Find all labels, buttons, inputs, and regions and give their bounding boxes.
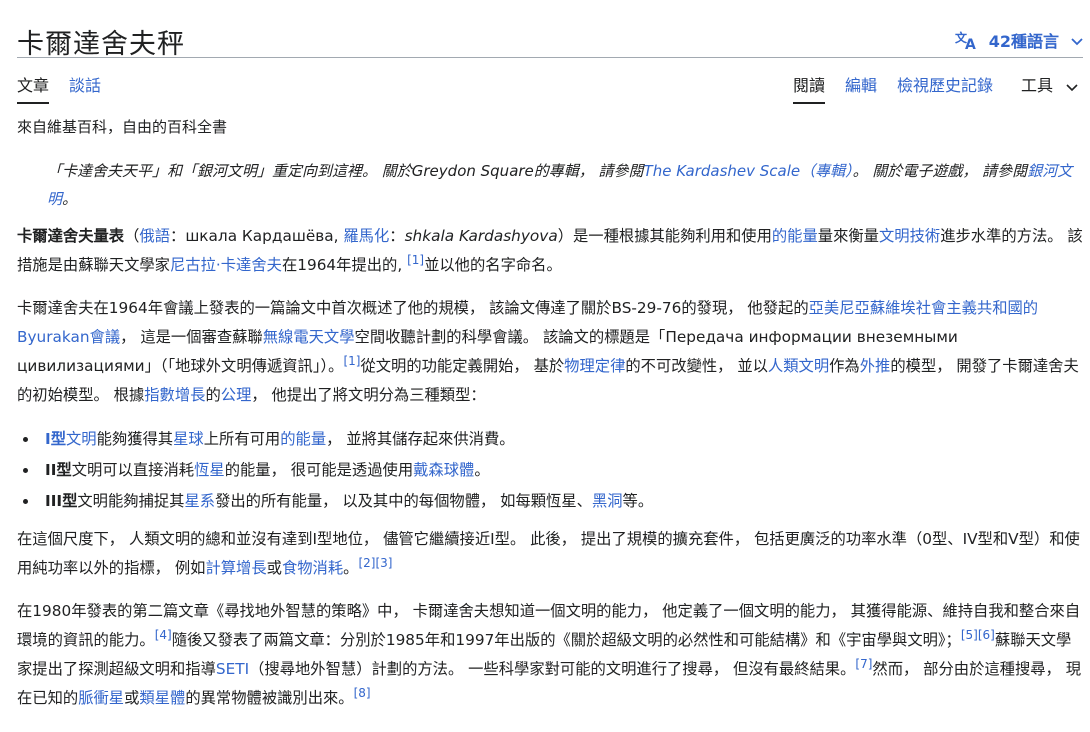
ref-8[interactable]: [8] — [354, 686, 371, 700]
text: 的 — [205, 386, 221, 404]
text: 。 — [343, 559, 359, 577]
link-seti[interactable]: SETI — [216, 660, 249, 678]
link-computational-growth[interactable]: 計算增長 — [205, 559, 266, 577]
bold-term: II型 — [45, 461, 72, 479]
link-kardashev[interactable]: 尼古拉·卡達舍夫 — [170, 256, 282, 274]
link-physical-laws[interactable]: 物理定律 — [564, 357, 625, 375]
link-food-consumption[interactable]: 食物消耗 — [282, 559, 343, 577]
hatnote-text: 。 — [62, 190, 78, 208]
link-energy[interactable]: 的能量 — [280, 430, 326, 448]
site-subtitle: 來自維基百科，自由的百科全書 — [17, 118, 228, 136]
link-type-1[interactable]: I型 — [45, 430, 66, 448]
text: 的異常物體被識別出來。 — [185, 689, 354, 707]
link-radio-astronomy[interactable]: 無線電天文學 — [263, 328, 355, 346]
text: 在這個尺度下， 人類文明的總和並沒有達到I型地位， 儘管它繼續接近I型。 此後，… — [17, 530, 1080, 577]
text: 的不可改變性， 並以 — [625, 357, 768, 375]
tools-label: 工具 — [1021, 76, 1054, 95]
paragraph-intro: 卡爾達舍夫量表（俄語：шкала Кардашёва, 羅馬化：shkala K… — [17, 222, 1083, 280]
text: （ — [124, 227, 140, 245]
text: 在1964年提出的, — [281, 256, 408, 274]
text: 從文明的功能定義開始， 基於 — [360, 357, 565, 375]
link-black-hole[interactable]: 黑洞 — [592, 492, 623, 510]
type-list: I型文明能夠獲得其星球上所有可用的能量， 並將其儲存起來供消費。 II型文明可以… — [17, 424, 1083, 517]
text: 或 — [124, 689, 140, 707]
tab-talk[interactable]: 談話 — [69, 72, 101, 102]
tab-read[interactable]: 閱讀 — [793, 72, 826, 104]
text: ）是一種根據其能夠利用和使用 — [557, 227, 772, 245]
link-energy[interactable]: 的能量 — [772, 227, 818, 245]
hatnote-text: 「卡達舍夫天平」和「銀河文明」重定向到這裡。 關於Greydon Square的… — [47, 162, 644, 180]
text: 文明可以直接消耗 — [71, 461, 195, 479]
article-body: 卡爾達舍夫量表（俄語：шкала Кардашёва, 羅馬化：shkala K… — [17, 222, 1083, 727]
text: ， 這是一個審查蘇聯 — [120, 328, 263, 346]
chevron-down-icon — [1071, 31, 1083, 50]
ref-1[interactable]: [1] — [407, 253, 424, 267]
tabs-row: 文章 談話 閱讀 編輯 檢視歷史記錄 工具 — [17, 70, 1083, 104]
title-row: 卡爾達舍夫秤 文 A 42種語言 — [17, 18, 1083, 60]
text: 能夠獲得其 — [96, 430, 174, 448]
tab-tools[interactable]: 工具 — [1021, 72, 1078, 102]
paragraph-1980: 在1980年發表的第二篇文章《尋找地外智慧的策略》中， 卡爾達舍夫想知道一個文明… — [17, 597, 1083, 713]
bold-term: III型 — [45, 492, 78, 510]
text: 隨後又發表了兩篇文章：分別於1985年和1997年出版的《關於超級文明的必然性和… — [171, 631, 961, 649]
romanized-name: shkala Kardashyova — [404, 227, 558, 245]
text: 並以他的名字命名。 — [424, 256, 562, 274]
ref-2-3[interactable]: [2][3] — [358, 556, 392, 570]
ref-1[interactable]: [1] — [343, 354, 360, 368]
link-exponential-growth[interactable]: 指數增長 — [144, 386, 205, 404]
text: ， 他提出了將文明分為三種類型： — [251, 386, 486, 404]
paragraph-extensions: 在這個尺度下， 人類文明的總和並沒有達到I型地位， 儘管它繼續接近I型。 此後，… — [17, 525, 1083, 583]
text: 文明能夠捕捉其 — [77, 492, 185, 510]
text: 卡爾達舍夫在1964年會議上發表的一篇論文中首次概述了他的規模， 該論文傳達了關… — [17, 299, 809, 317]
translate-icon: 文 A — [955, 30, 981, 50]
link-human-civilization[interactable]: 人類文明 — [768, 357, 829, 375]
tab-edit[interactable]: 編輯 — [845, 72, 877, 102]
link-russian[interactable]: 俄語 — [139, 227, 170, 245]
language-button[interactable]: 文 A 42種語言 — [955, 28, 1083, 52]
list-item: III型文明能夠捕捉其星系發出的所有能量， 以及其中的每個物體， 如每顆恆星、黑… — [17, 486, 1083, 517]
link-kardashev-scale-album[interactable]: The Kardashev Scale（專輯） — [644, 162, 853, 180]
link-quasar[interactable]: 類星體 — [139, 689, 185, 707]
link-romanization[interactable]: 羅馬化 — [343, 227, 389, 245]
svg-text:A: A — [965, 37, 976, 50]
link-pulsar[interactable]: 脈衝星 — [78, 689, 124, 707]
link-planet[interactable]: 星球 — [173, 430, 204, 448]
page-title: 卡爾達舍夫秤 — [17, 29, 185, 60]
hatnote-text: 。 關於電子遊戲， 請參閱 — [852, 162, 1028, 180]
tab-history[interactable]: 檢視歷史記錄 — [897, 72, 993, 102]
bold-term: 卡爾達舍夫量表 — [17, 227, 125, 245]
link-civilization[interactable]: 文明 — [66, 430, 97, 448]
ref-7[interactable]: [7] — [855, 657, 872, 671]
text: 。 — [474, 461, 490, 479]
link-dyson-sphere[interactable]: 戴森球體 — [413, 461, 474, 479]
hatnote: 「卡達舍夫天平」和「銀河文明」重定向到這裡。 關於Greydon Square的… — [47, 157, 1087, 213]
link-extrapolation[interactable]: 外推 — [860, 357, 891, 375]
text: 等。 — [622, 492, 654, 510]
link-galaxy[interactable]: 星系 — [184, 492, 215, 510]
text: 的能量， 很可能是透過使用 — [224, 461, 414, 479]
text: 發出的所有能量， 以及其中的每個物體， 如每顆恆星、 — [215, 492, 592, 510]
chevron-down-icon — [1066, 77, 1078, 96]
ref-5-6[interactable]: [5][6] — [961, 628, 995, 642]
link-star[interactable]: 恆星 — [194, 461, 225, 479]
text: ， 並將其儲存起來供消費。 — [326, 430, 515, 448]
text: ：шкала Кардашёва, — [170, 227, 344, 245]
text: ： — [389, 227, 405, 245]
text: 上所有可用 — [203, 430, 281, 448]
language-count: 42種語言 — [988, 32, 1059, 51]
text: 或 — [266, 559, 282, 577]
link-technology[interactable]: 文明技術 — [879, 227, 940, 245]
ref-4[interactable]: [4] — [155, 628, 172, 642]
list-item: I型文明能夠獲得其星球上所有可用的能量， 並將其儲存起來供消費。 — [17, 424, 1083, 455]
tab-article[interactable]: 文章 — [17, 72, 50, 104]
text: 量來衡量 — [817, 227, 879, 245]
list-item: II型文明可以直接消耗恆星的能量， 很可能是透過使用戴森球體。 — [17, 455, 1083, 486]
text: （搜尋地外智慧）計劃的方法。 一些科學家對可能的文明進行了搜尋， 但沒有最終結果… — [249, 660, 856, 678]
paragraph-history: 卡爾達舍夫在1964年會議上發表的一篇論文中首次概述了他的規模， 該論文傳達了關… — [17, 294, 1083, 410]
link-axiom[interactable]: 公理 — [221, 386, 252, 404]
text: 作為 — [829, 357, 860, 375]
